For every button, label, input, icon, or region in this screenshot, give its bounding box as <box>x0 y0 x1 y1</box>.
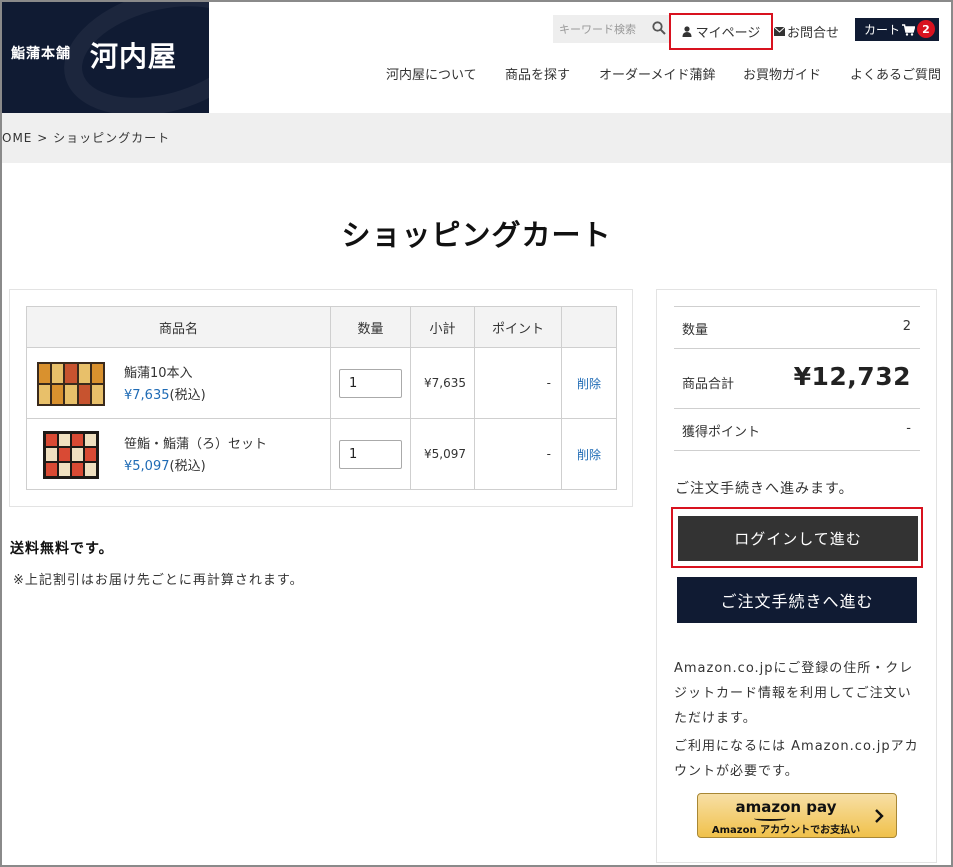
header-points: ポイント <box>474 306 562 348</box>
cart-count-badge: 2 <box>917 20 935 38</box>
cart-label: カート <box>864 23 901 37</box>
product-price: ¥7,635(税込) <box>124 384 206 403</box>
points-value: - <box>474 347 562 419</box>
table-row: 鮨蒲10本入 ¥7,635(税込) ¥7,635 - 削除 <box>26 347 617 419</box>
search-input[interactable] <box>553 15 648 43</box>
nav-products[interactable]: 商品を探す <box>505 64 570 83</box>
cart-icon <box>902 23 916 36</box>
mypage-label: マイページ <box>695 26 761 41</box>
product-thumbnail[interactable] <box>43 430 99 479</box>
mail-icon <box>774 26 785 36</box>
summary-points-value: - <box>906 421 911 436</box>
site-logo[interactable]: 鮨蒲本舗 河内屋 <box>2 2 209 113</box>
subtotal-value: ¥5,097 <box>410 418 475 490</box>
proceed-text: ご注文手続きへ進みます。 <box>675 481 854 497</box>
search-box[interactable] <box>553 15 670 43</box>
product-thumbnail[interactable] <box>37 361 105 406</box>
header-actions <box>561 306 617 348</box>
nav-about[interactable]: 河内屋について <box>386 64 477 83</box>
product-name[interactable]: 笹鮨・鮨蒲（ろ）セット <box>124 433 267 452</box>
summary-total-row: 商品合計 ¥12,732 <box>674 348 920 408</box>
login-button-highlight: ログインして進む <box>671 507 923 568</box>
quantity-input[interactable] <box>339 368 402 398</box>
cart-button[interactable]: カート 2 <box>855 18 939 41</box>
cart-table: 商品名 数量 小計 ポイント 鮨蒲10本入 ¥7,635(税込) 1 ¥7,63… <box>26 306 617 490</box>
amazon-pay-logo: amazon pay <box>735 798 837 816</box>
summary-quantity-row: 数量 2 <box>674 306 920 348</box>
delete-link[interactable]: 削除 <box>561 347 617 419</box>
summary-total-value: ¥12,732 <box>793 362 911 391</box>
proceed-to-checkout-button[interactable]: ご注文手続きへ進む <box>677 577 917 623</box>
summary-total-label: 商品合計 <box>682 377 735 392</box>
product-price-value: ¥5,097 <box>124 458 170 474</box>
user-icon <box>682 26 692 37</box>
header-quantity: 数量 <box>330 306 411 348</box>
delete-link[interactable]: 削除 <box>561 418 617 490</box>
table-header-row: 商品名 数量 小計 ポイント <box>26 306 617 348</box>
amazon-account-note: ご利用になるには Amazon.co.jpアカウントが必要です。 <box>674 739 919 779</box>
tax-included-label: (税込) <box>169 387 206 403</box>
product-price: ¥5,097(税込) <box>124 455 206 474</box>
nav-custom-kamaboko[interactable]: オーダーメイド蒲鉾 <box>599 64 715 83</box>
summary-quantity-value: 2 <box>902 319 911 334</box>
product-price-value: ¥7,635 <box>124 387 170 403</box>
free-shipping-note: 送料無料です。 <box>10 541 114 557</box>
search-icon[interactable] <box>652 21 666 35</box>
amazon-info-text: Amazon.co.jpにご登録の住所・クレジットカード情報を利用してご注文いた… <box>674 661 914 726</box>
tax-included-label: (税込) <box>169 458 206 474</box>
table-row: 笹鮨・鮨蒲（ろ）セット ¥5,097(税込) ¥5,097 - 削除 <box>26 418 617 490</box>
product-cell: 鮨蒲10本入 ¥7,635(税込) <box>26 347 331 419</box>
contact-label: お問合せ <box>787 25 840 41</box>
subtotal-value: ¥7,635 <box>410 347 475 419</box>
product-cell: 笹鮨・鮨蒲（ろ）セット ¥5,097(税込) <box>26 418 331 490</box>
nav-faq[interactable]: よくあるご質問 <box>850 64 941 83</box>
recalculation-note: ※上記割引はお届け先ごとに再計算されます。 <box>13 573 304 588</box>
quantity-input[interactable] <box>339 439 402 469</box>
nav-shopping-guide[interactable]: お買物ガイド <box>743 64 821 83</box>
quantity-cell <box>330 418 411 490</box>
summary-quantity-label: 数量 <box>682 323 709 338</box>
summary-points-row: 獲得ポイント - <box>674 408 920 451</box>
header-subtotal: 小計 <box>410 306 475 348</box>
mypage-link[interactable]: マイページ <box>669 13 773 50</box>
amazon-pay-button[interactable]: amazon pay Amazon アカウントでお支払い <box>697 793 897 838</box>
header-product-name: 商品名 <box>26 306 331 348</box>
chevron-right-icon <box>875 809 884 823</box>
page-title: ショッピングカート <box>341 218 612 252</box>
quantity-cell <box>330 347 411 419</box>
logo-subtitle: 鮨蒲本舗 <box>11 46 71 62</box>
logo-title: 河内屋 <box>90 40 178 73</box>
summary-points-label: 獲得ポイント <box>682 425 761 440</box>
points-value: - <box>474 418 562 490</box>
product-name[interactable]: 鮨蒲10本入 <box>124 362 193 381</box>
contact-link[interactable]: お問合せ <box>774 20 839 42</box>
amazon-pay-subtitle: Amazon アカウントでお支払い <box>711 825 861 836</box>
login-and-proceed-button[interactable]: ログインして進む <box>678 516 918 561</box>
breadcrumb[interactable]: OME > ショッピングカート <box>2 129 170 146</box>
